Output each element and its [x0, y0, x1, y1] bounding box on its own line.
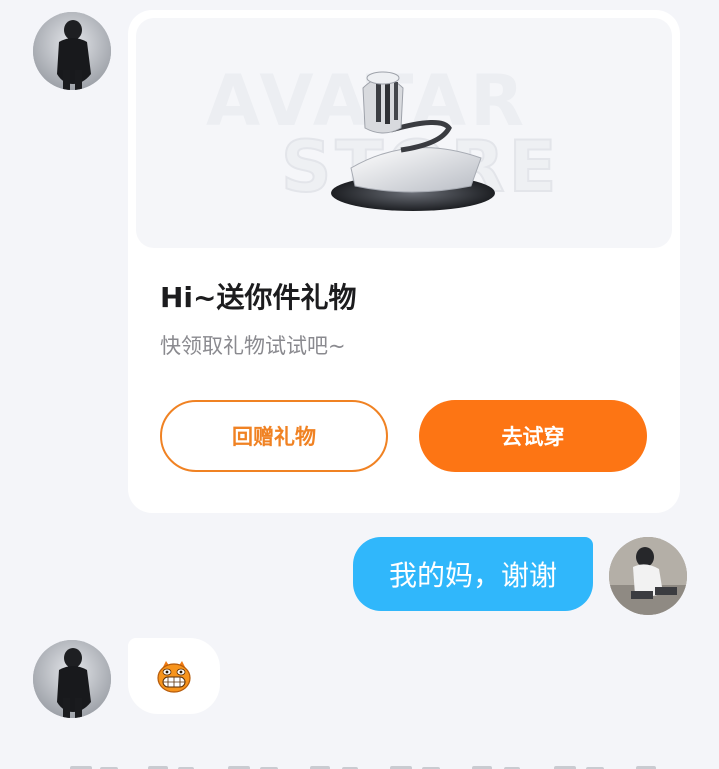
- gift-card[interactable]: AVATAR STORE Hi~送你件礼物 快领取礼物试试: [128, 10, 680, 513]
- sender-avatar[interactable]: [33, 12, 111, 90]
- try-on-button[interactable]: 去试穿: [419, 400, 647, 472]
- return-gift-button[interactable]: 回赠礼物: [160, 400, 388, 472]
- gift-card-title: Hi~送你件礼物: [160, 281, 357, 314]
- person-sitting-icon: [609, 537, 687, 615]
- my-avatar[interactable]: [609, 537, 687, 615]
- partially-visible-message: [60, 758, 700, 769]
- gift-card-subtitle: 快领取礼物试试吧~: [160, 334, 346, 358]
- outgoing-message-text: 我的妈，谢谢: [388, 559, 557, 592]
- person-silhouette-icon: [33, 12, 111, 90]
- gift-item-image: [331, 71, 495, 211]
- sender-avatar[interactable]: [33, 640, 111, 718]
- gift-banner-image: AVATAR STORE: [136, 18, 672, 248]
- cut-off-text-row: [70, 766, 656, 769]
- person-silhouette-icon: [33, 640, 111, 718]
- incoming-emoji-bubble[interactable]: [128, 638, 220, 714]
- outgoing-message-bubble[interactable]: 我的妈，谢谢: [353, 537, 593, 611]
- grinning-orange-face-icon: [157, 661, 191, 693]
